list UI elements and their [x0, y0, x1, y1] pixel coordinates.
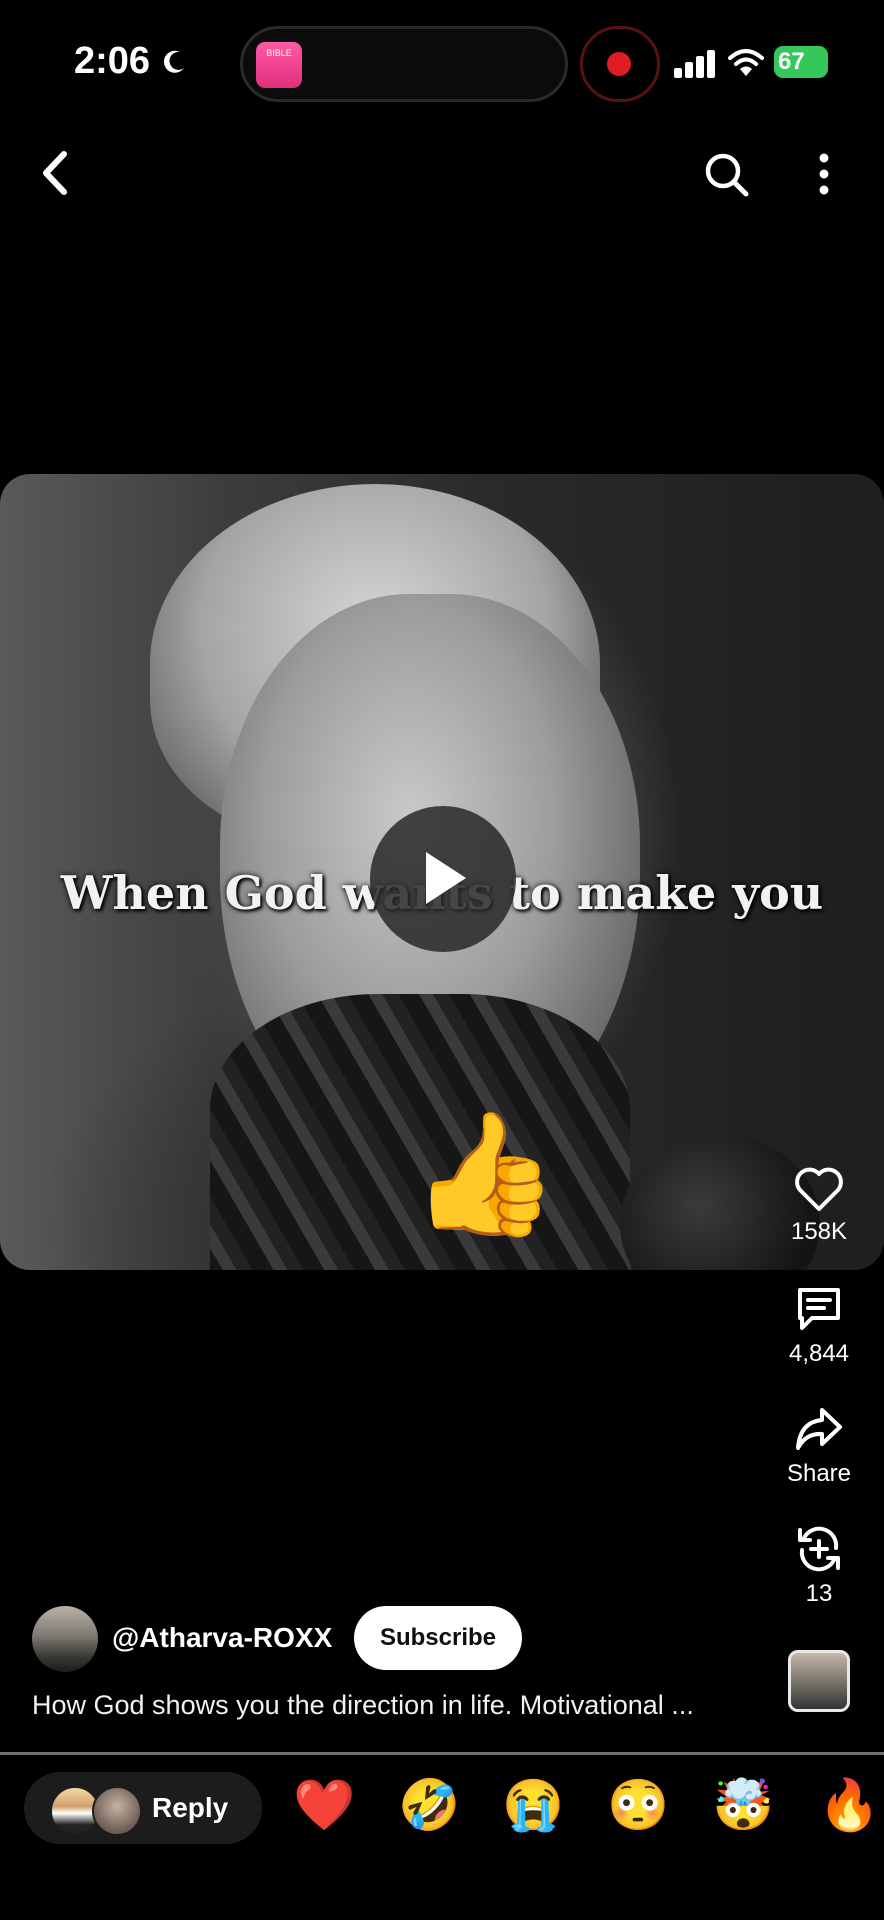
cellular-signal-icon: [674, 50, 715, 78]
share-label: Share: [786, 1460, 852, 1487]
heart-icon[interactable]: [792, 1162, 846, 1216]
like-count: 158K: [790, 1218, 848, 1245]
battery-indicator: 67: [774, 46, 828, 78]
avatar: [92, 1786, 142, 1836]
more-vertical-icon[interactable]: [808, 150, 840, 198]
reaction-mind-blown[interactable]: 🤯: [712, 1780, 774, 1830]
status-time: 2:06: [74, 40, 151, 82]
reaction-fire[interactable]: 🔥: [818, 1780, 880, 1830]
video-description[interactable]: How God shows you the direction in life.…: [32, 1690, 762, 1721]
reply-label: Reply: [152, 1792, 229, 1823]
share-icon[interactable]: [792, 1402, 846, 1456]
record-dot-icon: [607, 52, 631, 76]
remix-count: 13: [805, 1580, 833, 1607]
remix-icon[interactable]: [792, 1522, 846, 1576]
reaction-heart[interactable]: ❤️: [293, 1780, 355, 1830]
wifi-icon: [728, 49, 764, 76]
video-progress-bar[interactable]: [0, 1752, 884, 1755]
comment-count: 4,844: [788, 1340, 850, 1367]
battery-level: 67: [778, 48, 805, 75]
sound-thumbnail[interactable]: [788, 1650, 850, 1712]
comment-icon[interactable]: [792, 1282, 846, 1336]
play-icon: [426, 852, 466, 904]
reaction-flushed[interactable]: 😳: [607, 1780, 669, 1830]
reaction-crying[interactable]: 😭: [502, 1780, 564, 1830]
subscribe-button[interactable]: Subscribe: [354, 1606, 522, 1670]
thumbs-up-sticker: 👍: [410, 1107, 560, 1241]
search-icon[interactable]: [702, 150, 750, 198]
bible-app-icon[interactable]: BIBLE: [256, 42, 302, 88]
microphone: [620, 1134, 820, 1270]
reaction-rofl[interactable]: 🤣: [398, 1780, 460, 1830]
channel-handle[interactable]: @Atharva-ROXX: [112, 1622, 332, 1654]
moon-icon: [163, 50, 184, 73]
back-arrow-icon[interactable]: [36, 148, 74, 198]
channel-avatar[interactable]: [32, 1606, 98, 1672]
